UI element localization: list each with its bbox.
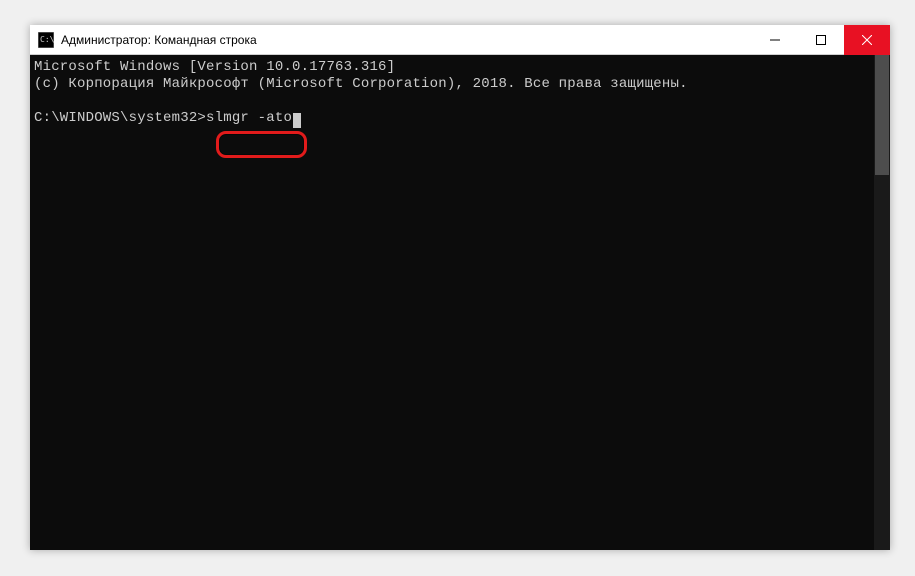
typed-command: slmgr -ato <box>206 110 292 126</box>
minimize-button[interactable] <box>752 25 798 55</box>
text-cursor <box>293 113 301 128</box>
vertical-scrollbar[interactable] <box>874 55 890 550</box>
cmd-icon: C:\ <box>38 32 54 48</box>
titlebar-controls <box>752 25 890 54</box>
window-title: Администратор: Командная строка <box>61 33 752 47</box>
titlebar[interactable]: C:\ Администратор: Командная строка <box>30 25 890 55</box>
command-prompt-window: C:\ Администратор: Командная строка Micr… <box>30 25 890 550</box>
console-output[interactable]: Microsoft Windows [Version 10.0.17763.31… <box>30 55 874 550</box>
close-button[interactable] <box>844 25 890 55</box>
copyright-line: (c) Корпорация Майкрософт (Microsoft Cor… <box>34 76 688 92</box>
scrollbar-thumb[interactable] <box>875 55 889 175</box>
console-body: Microsoft Windows [Version 10.0.17763.31… <box>30 55 890 550</box>
maximize-button[interactable] <box>798 25 844 55</box>
prompt-path: C:\WINDOWS\system32> <box>34 110 206 126</box>
version-line: Microsoft Windows [Version 10.0.17763.31… <box>34 59 395 75</box>
svg-text:C:\: C:\ <box>40 35 54 44</box>
